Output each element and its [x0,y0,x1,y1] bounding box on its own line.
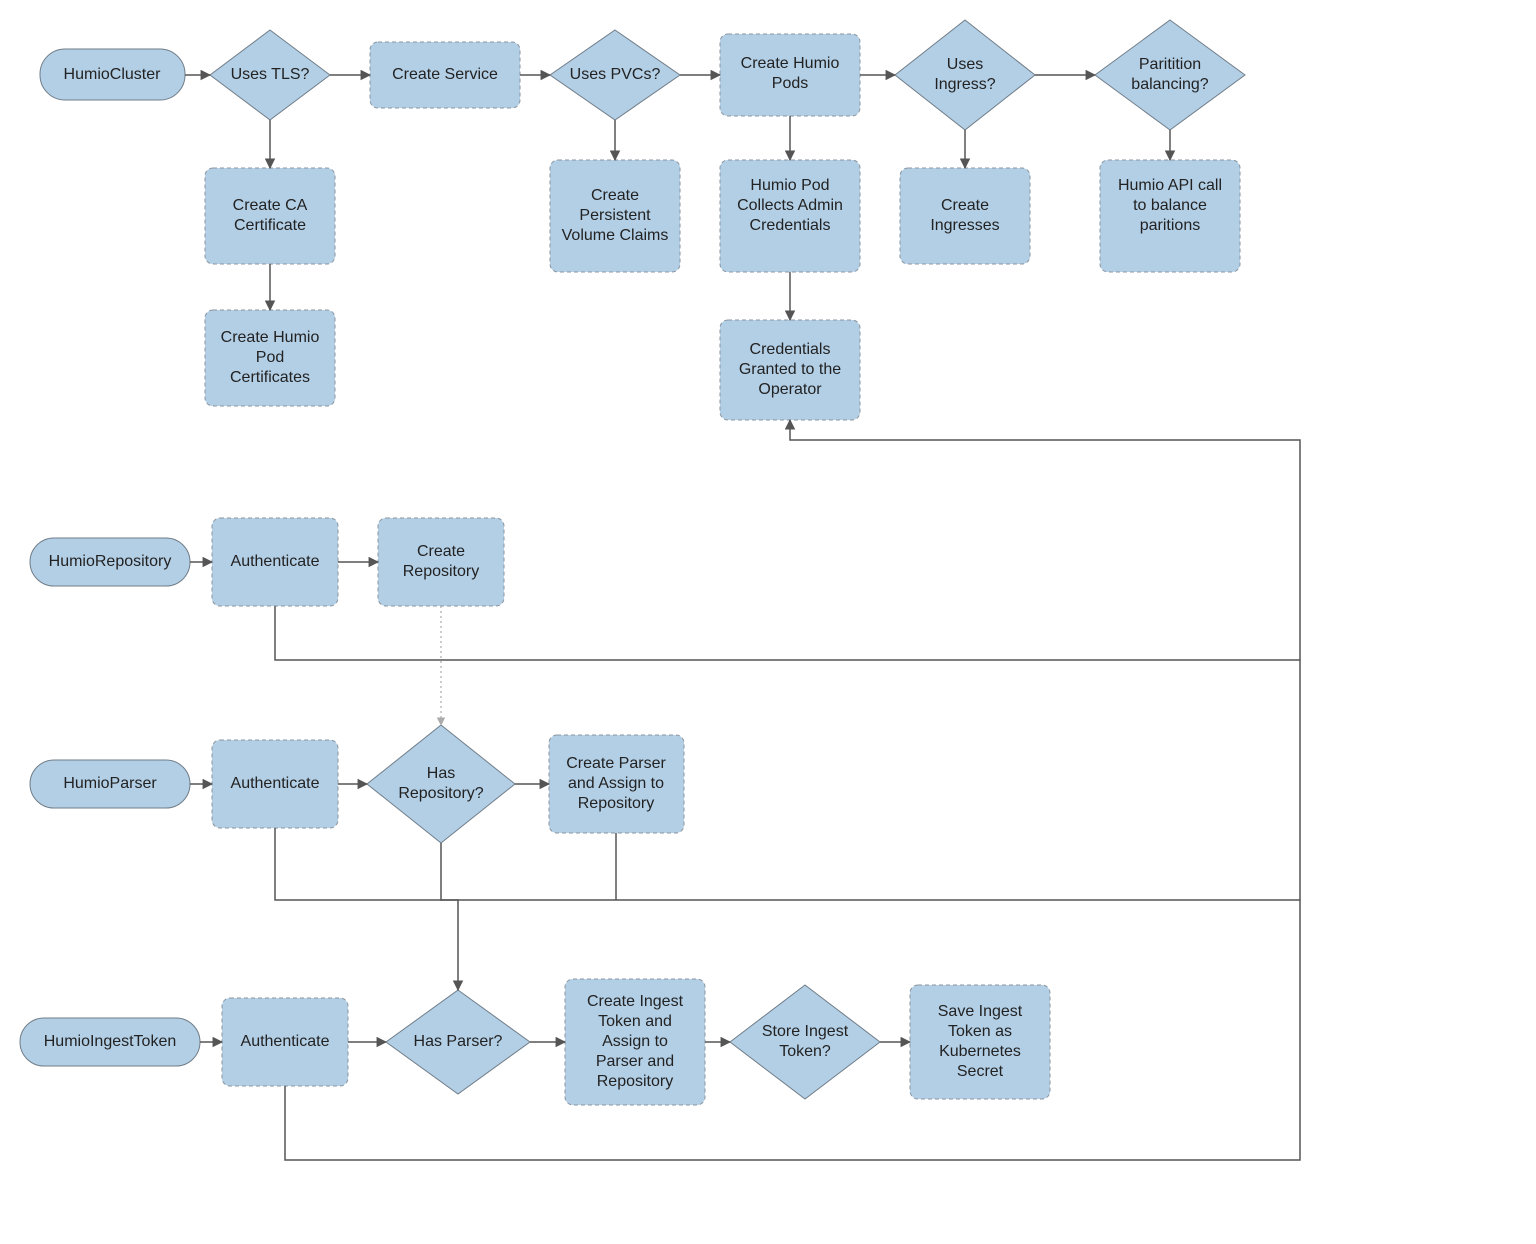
label-auth-ingest: Authenticate [241,1033,330,1050]
node-has-repository: HasRepository? [367,725,515,843]
label-uses-pvcs: Uses PVCs? [570,66,661,83]
node-uses-ingress: UsesIngress? [895,20,1035,130]
label-has-parser: Has Parser? [414,1033,503,1050]
node-store-ingest-token: Store IngestToken? [730,985,880,1099]
label-create-service: Create Service [392,66,498,83]
label-humio-ingest-token: HumioIngestToken [44,1033,177,1050]
node-create-ca-cert [205,168,335,264]
node-create-ingresses [900,168,1030,264]
label-humio-cluster: HumioCluster [64,66,162,83]
label-humio-parser: HumioParser [63,775,157,792]
node-partition-balancing: Parititionbalancing? [1095,20,1245,130]
node-uses-pvcs: Uses PVCs? [550,30,680,120]
svg-text:Humio PodCollects AdminCredent: Humio PodCollects AdminCredentials [737,177,843,234]
flowchart-diagram: HumioCluster Uses TLS? Create Service Us… [0,0,1536,1244]
label-auth-parser: Authenticate [231,775,320,792]
svg-text:Create Parserand Assign toRepo: Create Parserand Assign toRepository [566,755,666,812]
edge-hasrepo-hasparser [441,843,458,990]
node-save-ingest-secret [910,985,1050,1099]
label-uses-tls: Uses TLS? [231,66,310,83]
label-auth-repo: Authenticate [231,553,320,570]
node-uses-tls: Uses TLS? [210,30,330,120]
node-create-repository [378,518,504,606]
label-humio-repository: HumioRepository [49,553,172,570]
node-has-parser: Has Parser? [386,990,530,1094]
